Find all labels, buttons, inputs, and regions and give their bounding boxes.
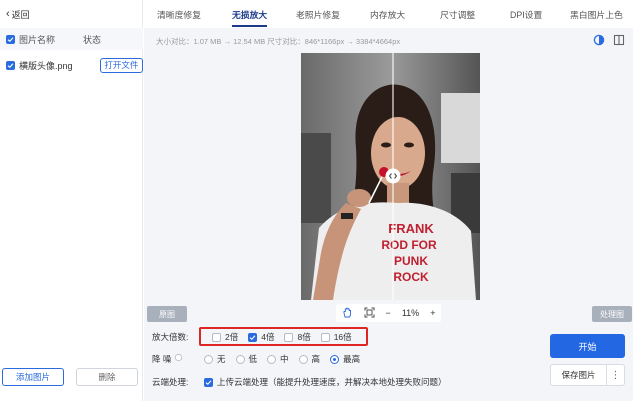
scale-label: 放大倍数: <box>152 332 189 342</box>
delete-button[interactable]: 删除 <box>76 368 138 386</box>
save-image-button[interactable]: 保存图片 <box>550 364 607 386</box>
cloud-checkbox[interactable] <box>204 377 213 387</box>
zoom-out-button[interactable]: − <box>386 308 391 318</box>
file-name: 横版头像.png <box>19 60 73 71</box>
more-options-icon[interactable]: ⋮ <box>607 364 625 386</box>
tab-size-adjust[interactable]: 尺寸调整 <box>440 0 475 28</box>
scale-highlight-box <box>199 327 368 346</box>
shirt-text-4: ROCK <box>393 270 429 284</box>
back-button[interactable]: ‹ 返回 <box>6 8 30 21</box>
cloud-row: 云端处理: 上传云端处理（能提升处理速度，并解决本地处理失败问题） <box>152 376 457 388</box>
tab-bw-colorize[interactable]: 黑白图片上色 <box>570 0 623 28</box>
denoise-label: 降 噪 <box>152 353 196 365</box>
denoise-low-radio[interactable] <box>235 354 245 364</box>
original-image-button[interactable]: 原图 <box>147 306 187 322</box>
compare-view-icon[interactable] <box>593 34 605 46</box>
view-toggle-group <box>593 34 625 46</box>
portrait-image: FRANK ROD FOR PUNK ROCK <box>301 53 480 300</box>
file-checkbox[interactable] <box>6 60 15 70</box>
column-header-status: 状态 <box>83 34 102 45</box>
denoise-option-highest[interactable]: 最高 <box>330 353 360 365</box>
file-row[interactable]: 横版头像.png 打开文件 <box>0 54 143 76</box>
denoise-medium-radio[interactable] <box>267 354 277 364</box>
denoise-info-icon <box>174 353 182 362</box>
tab-lossless-upscale[interactable]: 无损放大 <box>232 0 268 28</box>
select-all-checkbox[interactable] <box>6 34 15 44</box>
denoise-row: 降 噪 无 低 中 高 最高 <box>152 353 370 365</box>
column-header-name: 图片名称 <box>19 34 56 45</box>
chevron-left-icon: ‹ <box>6 8 10 20</box>
open-file-button[interactable]: 打开文件 <box>99 57 143 73</box>
denoise-option-high[interactable]: 高 <box>298 353 320 365</box>
zoom-toolbar: − 11% + <box>336 304 441 322</box>
start-button[interactable]: 开始 <box>550 334 625 358</box>
compare-handle-icon[interactable] <box>385 168 401 184</box>
file-sidebar: ‹ 返回 图片名称 状态 横版头像.png 打开文件 添加图片 删除 <box>0 0 143 401</box>
shirt-text-1: FRANK <box>388 221 434 236</box>
cloud-option[interactable]: 上传云端处理（能提升处理速度，并解决本地处理失败问题） <box>204 376 447 388</box>
back-label: 返回 <box>11 10 30 20</box>
denoise-none-radio[interactable] <box>204 354 213 364</box>
split-view-icon[interactable] <box>613 34 625 46</box>
tab-old-photo-repair[interactable]: 老照片修复 <box>296 0 340 28</box>
tab-memory-upscale[interactable]: 内存放大 <box>370 0 405 28</box>
tab-dpi-settings[interactable]: DPI设置 <box>510 0 542 28</box>
denoise-high-radio[interactable] <box>298 354 308 364</box>
processed-image-button[interactable]: 处理图 <box>592 306 632 322</box>
denoise-highest-radio[interactable] <box>330 354 340 364</box>
tab-bar: 清晰度修复 无损放大 老照片修复 内存放大 尺寸调整 DPI设置 黑白图片上色 <box>144 0 633 28</box>
image-preview[interactable]: FRANK ROD FOR PUNK ROCK <box>301 53 480 300</box>
hand-tool-icon[interactable] <box>342 307 353 320</box>
file-list-header: 图片名称 状态 <box>0 28 143 50</box>
zoom-level: 11% <box>401 308 420 318</box>
cloud-label: 云端处理: <box>152 377 189 387</box>
add-image-button[interactable]: 添加图片 <box>2 368 64 386</box>
fit-screen-icon[interactable] <box>364 307 375 320</box>
tab-clarity-repair[interactable]: 清晰度修复 <box>157 0 201 28</box>
denoise-option-medium[interactable]: 中 <box>267 353 289 365</box>
denoise-option-low[interactable]: 低 <box>235 353 257 365</box>
shirt-text-2: ROD FOR <box>381 238 437 252</box>
shirt-text-3: PUNK <box>394 254 428 268</box>
denoise-option-none[interactable]: 无 <box>204 353 226 365</box>
size-comparison: 大小对比：1.07 MB → 12.54 MB 尺寸对比：846*1166px … <box>156 37 401 46</box>
zoom-in-button[interactable]: + <box>430 308 435 318</box>
main-panel: 清晰度修复 无损放大 老照片修复 内存放大 尺寸调整 DPI设置 黑白图片上色 … <box>144 0 633 401</box>
